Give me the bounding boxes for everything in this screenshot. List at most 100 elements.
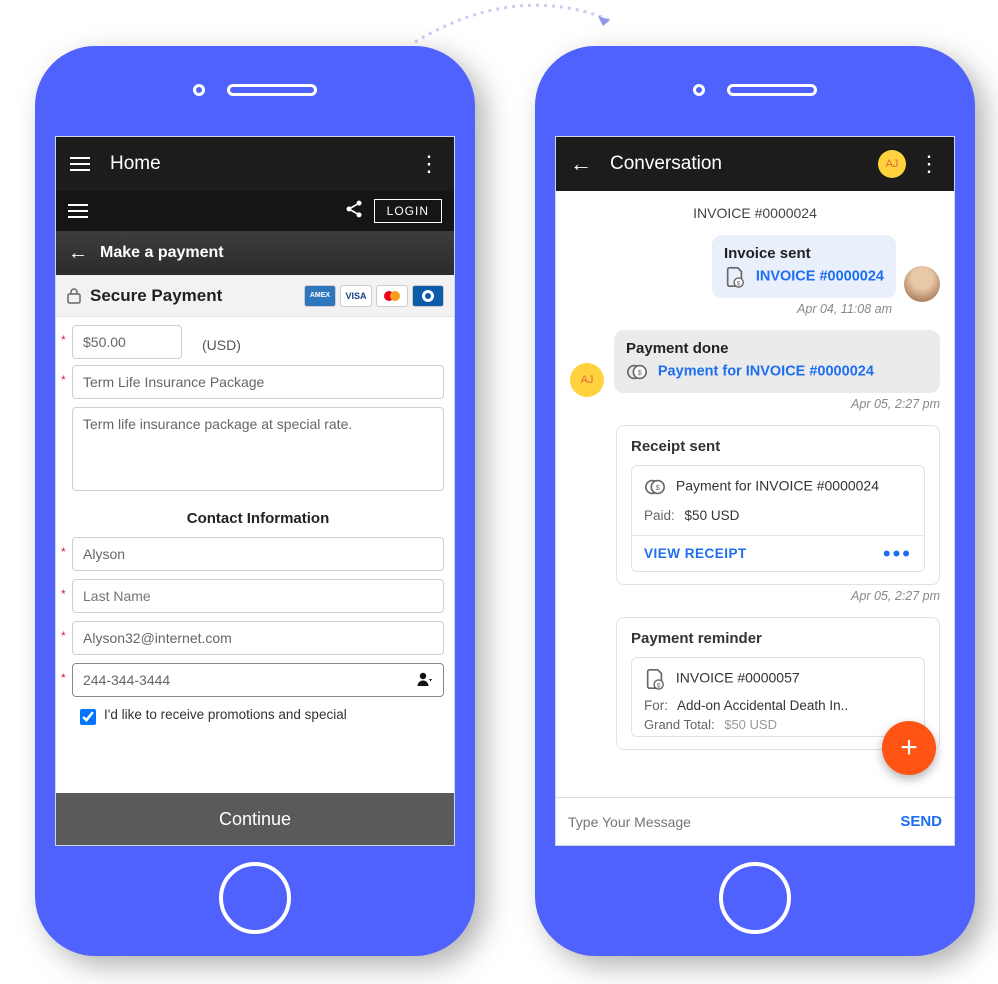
invoice-header: INVOICE #0000024 <box>570 205 940 221</box>
description-input[interactable]: Term life insurance package at special r… <box>72 407 444 491</box>
required-marker: * <box>61 373 66 387</box>
screen-payment: Home ⋮ LOGIN ← Make a payment <box>55 136 455 846</box>
currency-label: (USD) <box>202 337 241 353</box>
flow-arrow <box>410 0 620 52</box>
phone-frame-right: ← Conversation AJ ⋮ INVOICE #0000024 Inv… <box>535 46 975 956</box>
payment-link[interactable]: $ Payment for INVOICE #0000024 <box>626 361 928 383</box>
page-header: ← Make a payment <box>56 231 454 275</box>
secondary-menu-button[interactable] <box>68 204 88 218</box>
speaker-icon <box>727 84 817 96</box>
conversation-body: INVOICE #0000024 Invoice sent $ INVOICE … <box>556 191 954 797</box>
accepted-cards: AMEX VISA <box>304 285 444 307</box>
screen-conversation: ← Conversation AJ ⋮ INVOICE #0000024 Inv… <box>555 136 955 846</box>
required-marker: * <box>61 333 66 347</box>
required-marker: * <box>61 545 66 559</box>
login-button[interactable]: LOGIN <box>374 199 442 223</box>
total-label: Grand Total: <box>644 717 715 732</box>
message-incoming: AJ Payment done $ Payment for INVOICE #0… <box>570 330 940 397</box>
required-marker: * <box>61 671 66 685</box>
message-title: Payment done <box>626 340 928 357</box>
phone-notch <box>35 84 475 96</box>
share-button[interactable] <box>344 199 364 224</box>
paid-label: Paid: <box>644 508 675 523</box>
person-icon <box>416 671 434 689</box>
plus-icon: + <box>900 731 918 765</box>
for-label: For: <box>644 698 668 713</box>
user-avatar[interactable]: AJ <box>878 150 906 178</box>
message-outgoing: Invoice sent $ INVOICE #0000024 <box>570 235 940 302</box>
compose-fab[interactable]: + <box>882 721 936 775</box>
compose-bar: SEND <box>556 797 954 845</box>
continue-button[interactable]: Continue <box>56 793 454 845</box>
required-marker: * <box>61 587 66 601</box>
hamburger-icon <box>70 157 90 171</box>
coins-icon: $ <box>626 361 648 383</box>
appbar: Home ⋮ <box>56 137 454 191</box>
first-name-input[interactable] <box>72 537 444 571</box>
for-value: Add-on Accidental Death In.. <box>677 698 848 713</box>
coins-icon: $ <box>644 476 666 498</box>
svg-text:$: $ <box>657 682 661 689</box>
document-icon: $ <box>644 668 666 690</box>
package-input[interactable] <box>72 365 444 399</box>
card-title: Payment reminder <box>631 630 925 647</box>
home-button[interactable] <box>219 862 291 934</box>
receipt-card: Receipt sent $ Payment for INVOICE #0000… <box>616 425 940 585</box>
appbar: ← Conversation AJ ⋮ <box>556 137 954 191</box>
camera-icon <box>693 84 705 96</box>
contact-picker-button[interactable] <box>416 671 434 694</box>
payment-form: * (USD) * Term life insurance package at… <box>56 317 454 725</box>
card-diners-icon <box>412 285 444 307</box>
hamburger-icon <box>68 204 88 218</box>
phone-notch <box>535 84 975 96</box>
promo-label: I'd like to receive promotions and speci… <box>104 707 347 722</box>
secure-label: Secure Payment <box>90 286 222 306</box>
back-button[interactable]: ← <box>570 151 596 177</box>
card-title: Receipt sent <box>631 438 925 455</box>
svg-text:$: $ <box>737 280 741 287</box>
continue-label: Continue <box>219 809 291 830</box>
card-visa-icon: VISA <box>340 285 372 307</box>
view-receipt-button[interactable]: VIEW RECEIPT <box>644 546 747 561</box>
lock-icon <box>66 287 82 305</box>
home-button[interactable] <box>719 862 791 934</box>
card-mastercard-icon <box>376 285 408 307</box>
speaker-icon <box>227 84 317 96</box>
paid-value: $50 USD <box>685 508 740 523</box>
send-button[interactable]: SEND <box>900 813 942 830</box>
phone-input[interactable] <box>72 663 444 697</box>
appbar-title: Home <box>96 153 418 175</box>
card-amex-icon: AMEX <box>304 285 336 307</box>
camera-icon <box>193 84 205 96</box>
reminder-invoice-link[interactable]: $ INVOICE #0000057 <box>644 668 912 690</box>
last-name-input[interactable] <box>72 579 444 613</box>
message-input[interactable] <box>568 814 890 830</box>
contact-heading: Contact Information <box>72 510 444 527</box>
document-icon: $ <box>724 266 746 288</box>
message-time: Apr 05, 2:27 pm <box>570 589 940 603</box>
user-avatar-small[interactable]: AJ <box>570 363 604 397</box>
secure-payment-row: Secure Payment AMEX VISA <box>56 275 454 317</box>
total-value: $50 USD <box>724 717 777 732</box>
message-title: Invoice sent <box>724 245 884 262</box>
back-button[interactable]: ← <box>68 242 88 265</box>
card-menu-button[interactable]: ••• <box>883 549 912 559</box>
message-time: Apr 04, 11:08 am <box>570 302 892 316</box>
svg-text:$: $ <box>656 483 660 492</box>
required-marker: * <box>61 629 66 643</box>
sender-avatar[interactable] <box>904 266 940 302</box>
page-title: Make a payment <box>100 244 224 262</box>
phone-frame-left: Home ⋮ LOGIN ← Make a payment <box>35 46 475 956</box>
appbar-title: Conversation <box>596 153 878 175</box>
amount-input[interactable] <box>72 325 182 359</box>
secondary-toolbar: LOGIN <box>56 191 454 231</box>
receipt-link[interactable]: $ Payment for INVOICE #0000024 <box>644 476 912 498</box>
overflow-menu-button[interactable]: ⋮ <box>418 151 440 177</box>
message-time: Apr 05, 2:27 pm <box>570 397 940 411</box>
promo-checkbox[interactable] <box>80 709 96 725</box>
menu-button[interactable] <box>70 157 96 171</box>
email-input[interactable] <box>72 621 444 655</box>
invoice-link[interactable]: $ INVOICE #0000024 <box>724 266 884 288</box>
svg-text:$: $ <box>638 368 642 377</box>
overflow-menu-button[interactable]: ⋮ <box>918 151 940 177</box>
